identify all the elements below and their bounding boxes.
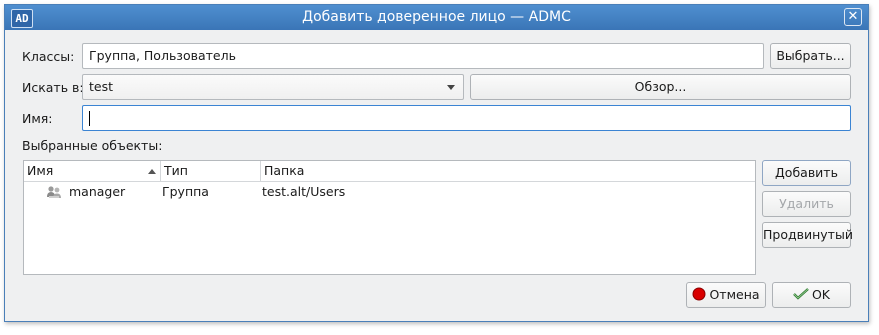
cancel-button[interactable]: Отмена <box>686 282 766 308</box>
classes-field[interactable]: Группа, Пользователь <box>82 43 764 69</box>
sort-ascending-icon <box>148 169 156 174</box>
cancel-icon <box>692 287 706 301</box>
window-title: Добавить доверенное лицо — ADMC <box>302 9 571 25</box>
row-name: manager <box>69 184 126 199</box>
selected-objects-label: Выбранные объекты: <box>22 138 163 153</box>
close-icon: ✕ <box>847 9 859 24</box>
table-header: Имя Тип Папка <box>24 161 755 182</box>
selected-objects-table[interactable]: Имя Тип Папка manager Группа test.alt/Us… <box>23 160 756 275</box>
choose-button[interactable]: Выбрать... <box>770 43 851 69</box>
chevron-down-icon <box>447 85 455 90</box>
browse-button[interactable]: Обзор... <box>470 74 851 100</box>
name-label: Имя: <box>22 111 53 126</box>
column-header-folder[interactable]: Папка <box>260 161 756 181</box>
search-in-label: Искать в: <box>22 80 84 95</box>
text-cursor <box>89 111 90 126</box>
column-header-type[interactable]: Тип <box>160 161 260 181</box>
close-button[interactable]: ✕ <box>844 8 862 26</box>
ok-label: OK <box>811 287 831 302</box>
title-bar[interactable]: AD Добавить доверенное лицо — ADMC ✕ <box>5 5 868 30</box>
column-header-name[interactable]: Имя <box>24 161 160 181</box>
search-in-combobox[interactable]: test <box>82 74 464 100</box>
dialog-window: AD Добавить доверенное лицо — ADMC ✕ Кла… <box>4 4 869 322</box>
search-in-value: test <box>89 79 114 94</box>
ok-check-icon <box>793 288 809 300</box>
group-icon <box>47 186 61 198</box>
row-folder: test.alt/Users <box>262 184 346 199</box>
remove-button[interactable]: Удалить <box>762 191 851 217</box>
add-button[interactable]: Добавить <box>762 160 851 186</box>
name-input[interactable] <box>82 105 851 131</box>
cancel-label: Отмена <box>709 287 760 302</box>
advanced-button[interactable]: Продвинутый <box>762 222 853 248</box>
row-type: Группа <box>162 184 209 199</box>
ok-button[interactable]: OK <box>772 282 851 308</box>
classes-label: Классы: <box>22 49 75 64</box>
